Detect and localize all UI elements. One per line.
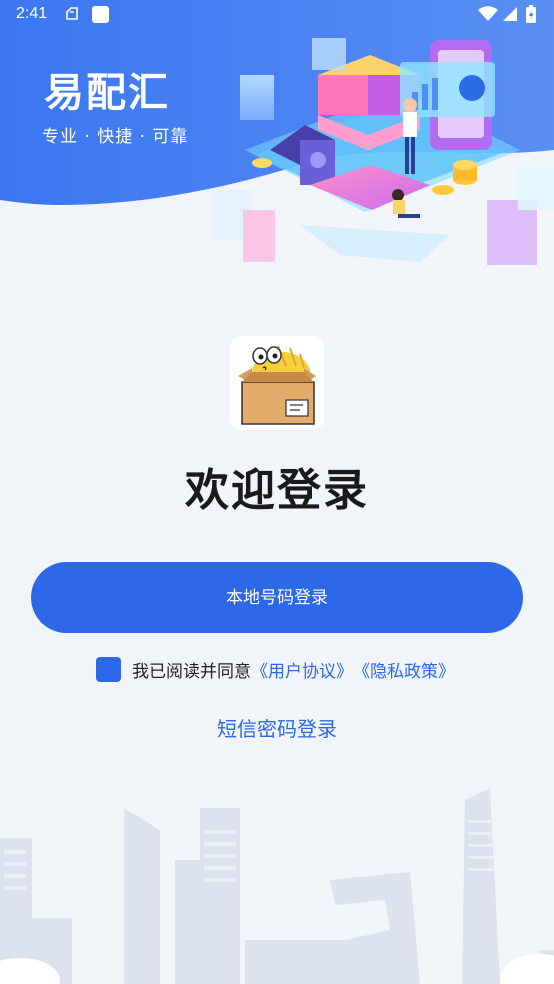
app-logo	[230, 336, 324, 430]
battery-icon	[526, 5, 536, 23]
sms-password-login-link[interactable]: 短信密码登录	[0, 713, 554, 742]
wifi-icon	[478, 6, 498, 21]
status-time: 2:41	[16, 5, 48, 22]
skyline-illustration	[0, 788, 554, 984]
user-agreement-link[interactable]: 《用户协议》	[251, 657, 353, 682]
local-number-login-button[interactable]: 本地号码登录	[31, 562, 523, 633]
app-notification-icon	[92, 6, 109, 23]
signal-icon	[503, 7, 517, 21]
mascot-box-icon	[238, 345, 316, 425]
brand-slogan: 专业 · 快捷 · 可靠	[42, 127, 189, 147]
notification-icon	[66, 7, 78, 20]
agreement-checkbox[interactable]	[96, 656, 121, 682]
agreement-row: 我已阅读并同意 《用户协议》 《隐私政策》	[96, 656, 455, 682]
city-skyline	[0, 780, 554, 984]
privacy-policy-link[interactable]: 《隐私政策》	[353, 657, 455, 682]
brand-title: 易配汇	[44, 70, 170, 116]
status-bar: 2:41	[0, 0, 554, 30]
agreement-text: 我已阅读并同意	[132, 661, 251, 682]
welcome-title: 欢迎登录	[185, 465, 369, 516]
